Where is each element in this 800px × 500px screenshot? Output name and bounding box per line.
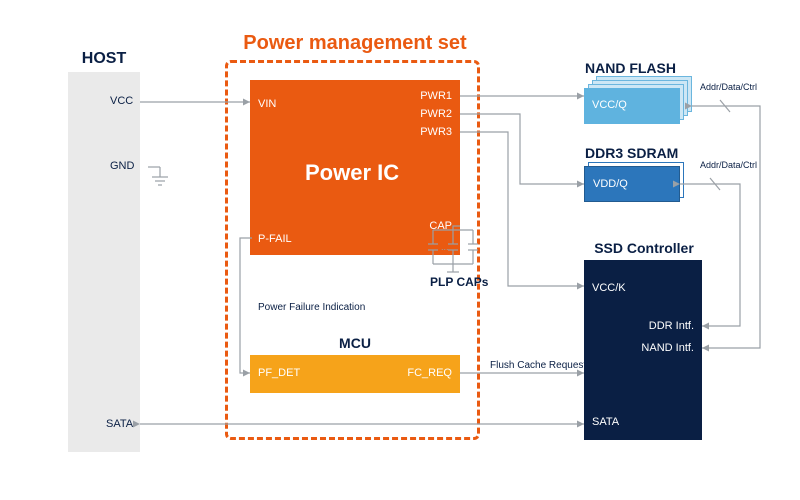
connections — [0, 0, 800, 500]
